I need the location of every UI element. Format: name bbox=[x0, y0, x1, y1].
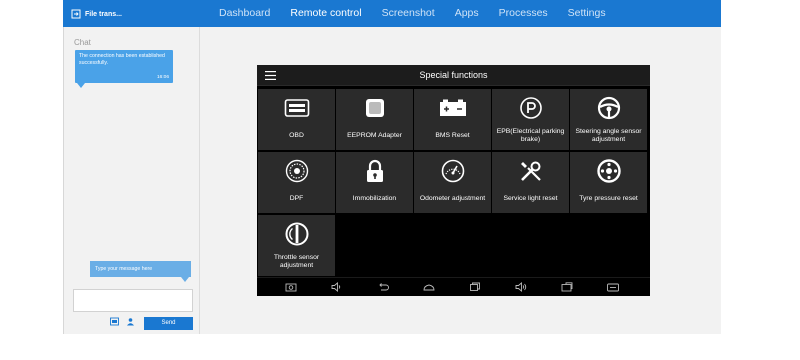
tile-label: Immobilization bbox=[352, 194, 397, 202]
eeprom-icon bbox=[365, 99, 384, 117]
tile-epb[interactable]: EPB(Electrical parking brake) bbox=[492, 89, 569, 150]
tab-apps[interactable]: Apps bbox=[445, 0, 489, 27]
chat-message-tail bbox=[77, 83, 85, 88]
back-icon[interactable] bbox=[377, 282, 389, 292]
chat-message-time: 16:06 bbox=[156, 75, 169, 80]
brand[interactable]: File trans... bbox=[71, 7, 122, 21]
brand-label: File trans... bbox=[85, 10, 122, 18]
dpf-icon bbox=[285, 159, 308, 183]
tab-remote-control[interactable]: Remote control bbox=[280, 0, 371, 27]
tab-dashboard[interactable]: Dashboard bbox=[209, 0, 280, 27]
screen-header: Special functions bbox=[257, 65, 650, 86]
battery-icon bbox=[439, 99, 466, 116]
tile-obd[interactable]: OBD bbox=[258, 89, 335, 150]
app-window: File trans... Dashboard Remote control S… bbox=[0, 0, 800, 360]
volume-down-icon[interactable] bbox=[331, 282, 343, 292]
volume-up-icon[interactable] bbox=[515, 282, 527, 292]
steering-wheel-icon bbox=[597, 96, 620, 120]
chat-message-text: The connection has been established succ… bbox=[79, 53, 165, 66]
tile-label: BMS Reset bbox=[435, 131, 470, 139]
attach-icon[interactable] bbox=[126, 317, 135, 326]
tab-screenshot[interactable]: Screenshot bbox=[372, 0, 445, 27]
tyre-icon bbox=[596, 159, 621, 183]
recent-apps-icon[interactable] bbox=[469, 282, 481, 292]
remote-screen[interactable]: Special functions OBD EEPROM Adapter BMS… bbox=[257, 65, 650, 296]
top-bar: File trans... Dashboard Remote control S… bbox=[63, 0, 721, 27]
tools-icon bbox=[520, 161, 541, 181]
send-button[interactable]: Send bbox=[144, 317, 193, 330]
odometer-icon bbox=[441, 159, 464, 183]
parking-brake-icon bbox=[519, 97, 542, 119]
chat-panel: Chat The connection has been established… bbox=[64, 27, 200, 334]
compose-hint-tail bbox=[181, 277, 189, 282]
tile-label: Service light reset bbox=[503, 194, 558, 202]
screenshot-icon[interactable] bbox=[110, 317, 119, 326]
tile-tyre-pressure[interactable]: Tyre pressure reset bbox=[570, 152, 647, 213]
tile-bms-reset[interactable]: BMS Reset bbox=[414, 89, 491, 150]
tile-label: OBD bbox=[289, 131, 304, 139]
throttle-icon bbox=[285, 222, 308, 246]
tile-immobilization[interactable]: Immobilization bbox=[336, 152, 413, 213]
tile-label: Steering angle sensor adjustment bbox=[575, 127, 642, 144]
camera-icon[interactable] bbox=[285, 282, 297, 292]
vci-icon[interactable] bbox=[607, 282, 619, 292]
tile-label: Tyre pressure reset bbox=[579, 194, 638, 202]
tile-eeprom-adapter[interactable]: EEPROM Adapter bbox=[336, 89, 413, 150]
compose-hint: Type your message here bbox=[90, 261, 191, 277]
tab-processes[interactable]: Processes bbox=[489, 0, 558, 27]
tile-odometer[interactable]: Odometer adjustment bbox=[414, 152, 491, 213]
tile-label: DPF bbox=[289, 194, 304, 202]
tile-throttle-sensor[interactable]: Throttle sensor adjustment bbox=[258, 215, 335, 276]
message-input[interactable] bbox=[73, 289, 193, 312]
tile-label: EEPROM Adapter bbox=[347, 131, 402, 139]
tile-service-light-reset[interactable]: Service light reset bbox=[492, 152, 569, 213]
tile-steering-angle[interactable]: Steering angle sensor adjustment bbox=[570, 89, 647, 150]
tab-settings[interactable]: Settings bbox=[558, 0, 616, 27]
chat-message: The connection has been established succ… bbox=[75, 50, 173, 83]
home-icon[interactable] bbox=[423, 282, 435, 292]
obd-icon bbox=[284, 99, 309, 117]
file-transfer-icon bbox=[71, 9, 81, 19]
tile-label: Odometer adjustment bbox=[419, 194, 486, 202]
main-nav: Dashboard Remote control Screenshot Apps… bbox=[209, 0, 616, 27]
tile-label: Throttle sensor adjustment bbox=[273, 253, 320, 270]
chat-title: Chat bbox=[74, 38, 91, 47]
diagnostic-icon[interactable] bbox=[561, 282, 573, 292]
tile-label: EPB(Electrical parking brake) bbox=[496, 127, 565, 144]
lock-icon bbox=[366, 159, 383, 182]
android-nav-bar bbox=[257, 277, 650, 296]
tile-dpf[interactable]: DPF bbox=[258, 152, 335, 213]
screen-title: Special functions bbox=[419, 70, 488, 80]
